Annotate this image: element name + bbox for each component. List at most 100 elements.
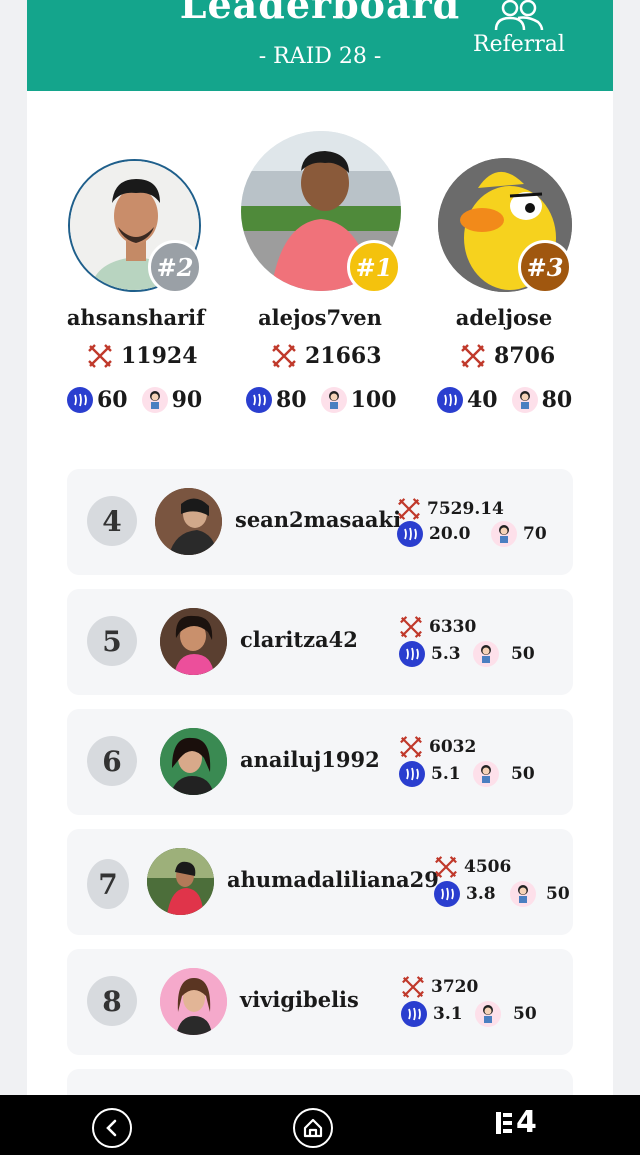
crossed-swords-icon <box>402 976 424 998</box>
steem-icon <box>67 387 93 413</box>
avatar <box>155 488 222 555</box>
podium-stats: 40 80 <box>437 387 572 413</box>
other-value: 50 <box>513 1004 537 1024</box>
row-score: 7529.14 <box>397 497 504 521</box>
list-item[interactable]: 7 ahumadaliliana29 4506 3.8 50 <box>67 829 573 935</box>
steem-icon <box>397 521 423 547</box>
row-score: 6032 <box>399 735 476 759</box>
steem-value: 80 <box>276 387 307 413</box>
row-stats: 5.1 50 <box>399 761 535 787</box>
character-icon <box>511 387 538 413</box>
score-value: 3720 <box>431 977 479 997</box>
rank-number: 5 <box>87 616 137 666</box>
referral-button[interactable]: Referral <box>471 0 567 57</box>
podium-score: 11924 <box>87 343 198 369</box>
score-value: 6330 <box>429 617 477 637</box>
avatar <box>147 848 214 915</box>
crossed-swords-icon <box>461 344 485 368</box>
podium-score: 8706 <box>460 343 555 369</box>
rank-number: 8 <box>87 976 137 1026</box>
avatar <box>160 728 227 795</box>
score-value: 7529.14 <box>427 499 504 519</box>
list-item[interactable]: 4 sean2masaaki 7529.14 20.0 70 <box>67 469 573 575</box>
row-stats: 5.3 50 <box>399 641 535 667</box>
back-button[interactable] <box>92 1108 132 1148</box>
character-icon <box>141 387 168 413</box>
username: ahumadaliliana29 <box>227 867 439 892</box>
back-icon <box>106 1119 117 1137</box>
username: claritza42 <box>240 627 358 652</box>
crossed-swords-icon <box>272 344 296 368</box>
steem-icon <box>401 1001 427 1027</box>
steem-value: 60 <box>97 387 128 413</box>
steem-icon <box>434 881 460 907</box>
rank-badge: #1 <box>347 240 401 294</box>
rank-number: 4 <box>87 496 137 546</box>
podium-stats: 60 90 <box>67 387 202 413</box>
crossed-swords-icon <box>400 736 422 758</box>
row-stats: 3.8 50 <box>434 881 570 907</box>
username: vivigibelis <box>240 987 359 1012</box>
podium-score: 21663 <box>271 343 382 369</box>
steem-value: 20.0 <box>429 524 471 544</box>
score-value: 4506 <box>464 857 512 877</box>
username: sean2masaaki <box>235 507 402 532</box>
row-stats: 3.1 50 <box>401 1001 537 1027</box>
bottom-navigation-bar: 4 <box>0 1095 640 1155</box>
referral-label: Referral <box>473 32 565 57</box>
steem-icon <box>399 641 425 667</box>
tab-count: 4 <box>516 1105 537 1140</box>
score-value: 11924 <box>121 343 198 369</box>
steem-icon <box>399 761 425 787</box>
rank-badge: #2 <box>148 240 202 294</box>
crossed-swords-icon <box>400 616 422 638</box>
people-icon <box>494 0 544 30</box>
crossed-swords-icon <box>435 856 457 878</box>
score-value: 8706 <box>494 343 556 369</box>
tabs-button[interactable]: 4 <box>494 1105 537 1140</box>
character-icon <box>473 761 499 787</box>
steem-value: 3.1 <box>433 1004 463 1024</box>
home-icon <box>303 1118 323 1138</box>
character-icon <box>510 881 536 907</box>
tabs-icon <box>496 1111 512 1134</box>
other-value: 80 <box>541 387 573 413</box>
steem-value: 5.1 <box>431 764 461 784</box>
character-icon <box>475 1001 501 1027</box>
podium-name: ahsansharif <box>66 305 206 330</box>
home-button[interactable] <box>293 1108 333 1148</box>
avatar <box>160 608 227 675</box>
podium-name: adeljose <box>455 305 553 330</box>
list-item[interactable]: 6 anailuj1992 6032 5.1 50 <box>67 709 573 815</box>
crossed-swords-icon <box>88 344 112 368</box>
username: anailuj1992 <box>240 747 380 772</box>
list-item[interactable]: 8 vivigibelis 3720 3.1 50 <box>67 949 573 1055</box>
other-value: 70 <box>523 524 547 544</box>
character-icon <box>320 387 347 413</box>
podium-stats: 80 100 <box>246 387 397 413</box>
other-value: 50 <box>511 644 535 664</box>
score-value: 6032 <box>429 737 477 757</box>
steem-value: 3.8 <box>466 884 496 904</box>
podium-name: alejos7ven <box>258 305 382 330</box>
rank-badge: #3 <box>518 240 572 294</box>
other-value: 90 <box>171 387 203 413</box>
steem-value: 40 <box>467 387 498 413</box>
steem-icon <box>437 387 463 413</box>
leaderboard-header: Leaderboard - RAID 28 - Referral <box>27 0 613 91</box>
avatar <box>160 968 227 1035</box>
other-value: 50 <box>546 884 570 904</box>
other-value: 100 <box>350 387 397 413</box>
steem-value: 5.3 <box>431 644 461 664</box>
character-icon <box>491 521 517 547</box>
other-value: 50 <box>511 764 535 784</box>
list-item[interactable]: 5 claritza42 6330 5.3 50 <box>67 589 573 695</box>
crossed-swords-icon <box>398 498 420 520</box>
rank-number: 6 <box>87 736 137 786</box>
row-score: 3720 <box>401 975 478 999</box>
row-score: 4506 <box>434 855 511 879</box>
rank-number: 7 <box>87 859 129 909</box>
character-icon <box>473 641 499 667</box>
steem-icon <box>246 387 272 413</box>
score-value: 21663 <box>305 343 382 369</box>
